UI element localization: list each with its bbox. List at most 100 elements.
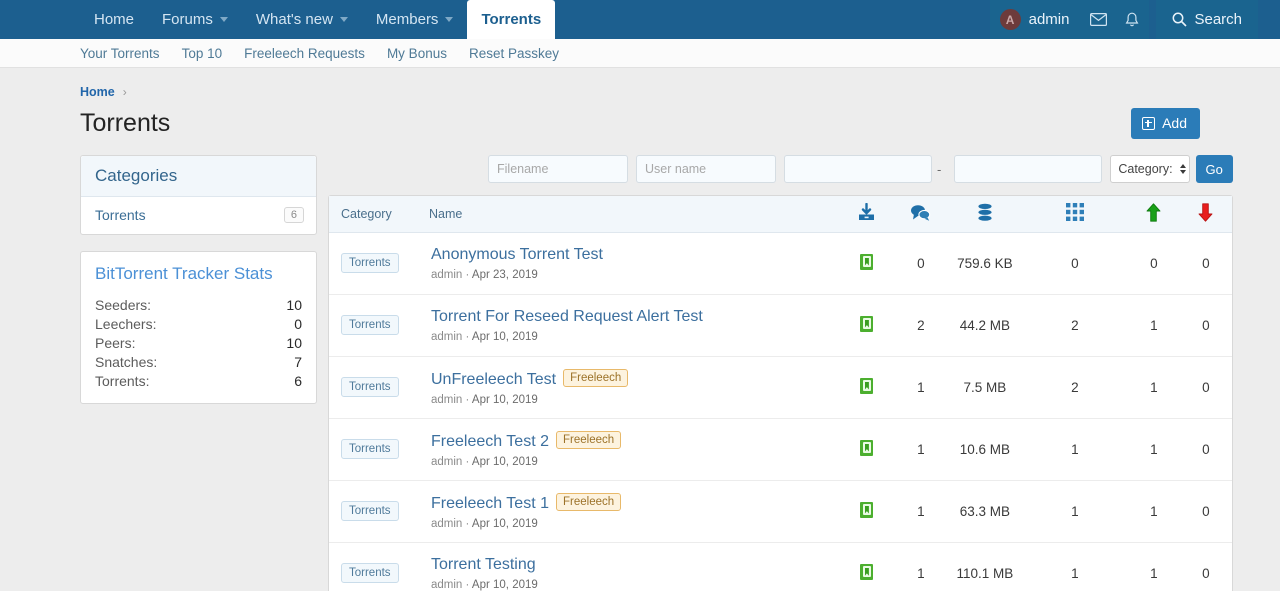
date-from-field[interactable]	[784, 155, 932, 183]
column-header-comments[interactable]	[893, 196, 948, 233]
row-download-cell	[839, 417, 894, 480]
torrent-title-link[interactable]: Torrent Testing	[431, 556, 536, 573]
add-button[interactable]: Add	[1131, 108, 1200, 139]
date-to-field[interactable]	[954, 155, 1103, 183]
row-seeders-cell: 1	[1127, 417, 1180, 480]
bell-icon[interactable]	[1115, 0, 1150, 39]
torrent-meta: admin · Apr 10, 2019	[431, 331, 840, 343]
torrent-title-link[interactable]: UnFreeleech Test	[431, 371, 556, 388]
table-header-row: Category Name	[329, 196, 1232, 233]
table-body: Torrents Anonymous Torrent Test admin · Ap…	[329, 232, 1232, 591]
row-size-cell: 7.5 MB	[947, 355, 1022, 418]
filename-input[interactable]	[488, 155, 628, 183]
torrent-file-icon[interactable]	[860, 563, 874, 580]
search-button[interactable]: Search	[1156, 0, 1258, 39]
category-pill[interactable]: Torrents	[341, 501, 399, 521]
subnav-item-top-10[interactable]: Top 10	[182, 46, 223, 61]
page-body: Home › Torrents Add Categories Torrents 6…	[0, 68, 1280, 591]
grid-icon	[1065, 203, 1084, 224]
column-header-category[interactable]: Category	[329, 196, 429, 233]
torrents-table: Category Name Torrents Anonymous Torrent…	[329, 196, 1232, 591]
category-row[interactable]: Torrents 6	[81, 197, 316, 234]
column-header-snatches[interactable]	[1021, 196, 1128, 233]
chevron-down-icon	[445, 17, 454, 22]
row-seeders-cell: 1	[1127, 479, 1180, 542]
breadcrumb: Home ›	[80, 68, 1200, 99]
row-name-cell: Torrent Testing admin · Apr 10, 2019	[429, 541, 840, 591]
go-button[interactable]: Go	[1195, 155, 1233, 183]
comments-icon	[910, 204, 931, 224]
table-row[interactable]: Torrents Torrent For Reseed Request Alert…	[329, 293, 1232, 356]
torrent-file-icon[interactable]	[860, 253, 874, 270]
top-navigation-bar: Home Forums What's new Members Torrents A ad…	[0, 0, 1280, 39]
tracker-stats-block: BitTorrent Tracker Stats Seeders: 10 Leech…	[80, 251, 317, 404]
subnav-item-freeleech-requests[interactable]: Freeleech Requests	[244, 46, 365, 61]
table-row[interactable]: Torrents Freeleech Test 2 Freeleech admin ·…	[329, 417, 1232, 480]
page-title-row: Torrents Add	[80, 108, 1200, 139]
table-row[interactable]: Torrents Freeleech Test 1 Freeleech admin ·…	[329, 479, 1232, 542]
row-leechers-cell: 0	[1202, 255, 1210, 271]
nav-item-label: What's new	[255, 11, 333, 28]
username-input[interactable]	[636, 155, 776, 183]
category-pill[interactable]: Torrents	[341, 439, 399, 459]
table-row[interactable]: Torrents Anonymous Torrent Test admin · Ap…	[329, 232, 1232, 294]
column-header-seeders[interactable]	[1127, 196, 1180, 233]
breadcrumb-home-link[interactable]: Home	[80, 85, 115, 99]
row-snatches-cell: 0	[1071, 255, 1079, 271]
torrent-file-icon[interactable]	[860, 377, 874, 394]
torrent-title-link[interactable]: Freeleech Test 2	[431, 433, 549, 450]
column-header-leechers[interactable]	[1179, 196, 1232, 233]
torrent-file-icon[interactable]	[860, 315, 874, 332]
subnav-item-your-torrents[interactable]: Your Torrents	[80, 46, 160, 61]
torrent-title-link[interactable]: Torrent For Reseed Request Alert Test	[431, 308, 703, 325]
torrent-date: Apr 10, 2019	[471, 393, 538, 406]
torrent-file-icon[interactable]	[860, 439, 874, 456]
nav-item-what-s-new[interactable]: What's new	[242, 0, 362, 39]
date-from-input[interactable]	[785, 156, 931, 182]
row-snatches-cell: 1	[1021, 541, 1128, 591]
table-header: Category Name	[329, 196, 1232, 233]
nav-item-members[interactable]: Members	[362, 0, 468, 39]
torrent-file-icon[interactable]	[860, 501, 874, 518]
row-category-cell: Torrents	[329, 417, 429, 480]
nav-item-forums[interactable]: Forums	[148, 0, 242, 39]
avatar: A	[999, 9, 1021, 30]
column-header-size[interactable]	[947, 196, 1022, 233]
column-header-name[interactable]: Name	[429, 196, 840, 233]
torrent-meta: admin · Apr 10, 2019	[431, 394, 840, 406]
torrent-author[interactable]: admin	[431, 269, 462, 281]
torrent-author[interactable]: admin	[431, 518, 462, 530]
stat-row: Peers: 10	[95, 333, 302, 352]
nav-item-home[interactable]: Home	[80, 0, 148, 39]
subnav-item-reset-passkey[interactable]: Reset Passkey	[469, 46, 559, 61]
torrent-title-link[interactable]: Freeleech Test 1	[431, 495, 549, 512]
torrent-author[interactable]: admin	[431, 579, 462, 591]
column-header-downloads[interactable]	[839, 196, 894, 233]
primary-nav-items: Home Forums What's new Members Torrents	[80, 0, 556, 39]
table-row[interactable]: Torrents Torrent Testing admin · Apr 10, 2…	[329, 541, 1232, 591]
category-pill[interactable]: Torrents	[341, 253, 399, 273]
category-pill[interactable]: Torrents	[341, 315, 399, 335]
table-row[interactable]: Torrents UnFreeleech Test Freeleech admin ·…	[329, 355, 1232, 418]
torrent-author[interactable]: admin	[431, 394, 462, 406]
nav-item-torrents[interactable]: Torrents	[467, 0, 556, 39]
meta-separator: ·	[462, 330, 472, 343]
green-up-arrow-icon	[1146, 203, 1161, 225]
download-icon	[857, 202, 876, 225]
row-size-cell: 759.6 KB	[957, 255, 1013, 271]
torrent-author[interactable]: admin	[431, 456, 462, 468]
row-download-cell	[839, 479, 894, 542]
category-select[interactable]: Category:	[1110, 155, 1190, 183]
row-name-cell: Freeleech Test 2 Freeleech admin · Apr 10,…	[429, 417, 840, 480]
chevron-down-icon	[339, 17, 348, 22]
row-download-cell	[840, 232, 894, 294]
user-menu[interactable]: A admin	[989, 0, 1082, 39]
torrent-title-link[interactable]: Anonymous Torrent Test	[431, 246, 603, 263]
category-pill[interactable]: Torrents	[341, 377, 399, 397]
subnav-item-my-bonus[interactable]: My Bonus	[387, 46, 447, 61]
category-pill[interactable]: Torrents	[341, 563, 399, 584]
date-to-input[interactable]	[955, 156, 1102, 182]
row-leechers-cell: 0	[1179, 479, 1232, 542]
torrent-author[interactable]: admin	[431, 331, 462, 343]
envelope-icon[interactable]	[1081, 0, 1116, 39]
